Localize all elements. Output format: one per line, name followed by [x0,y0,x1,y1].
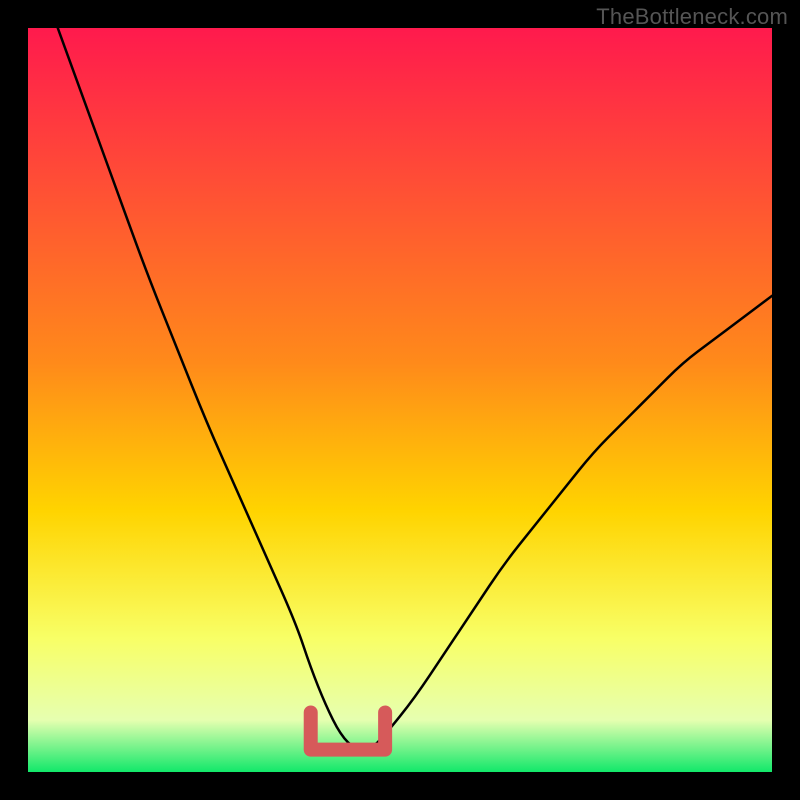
watermark-text: TheBottleneck.com [596,4,788,30]
plot-area [28,28,772,772]
chart-frame: TheBottleneck.com [0,0,800,800]
gradient-background [28,28,772,772]
chart-svg [28,28,772,772]
